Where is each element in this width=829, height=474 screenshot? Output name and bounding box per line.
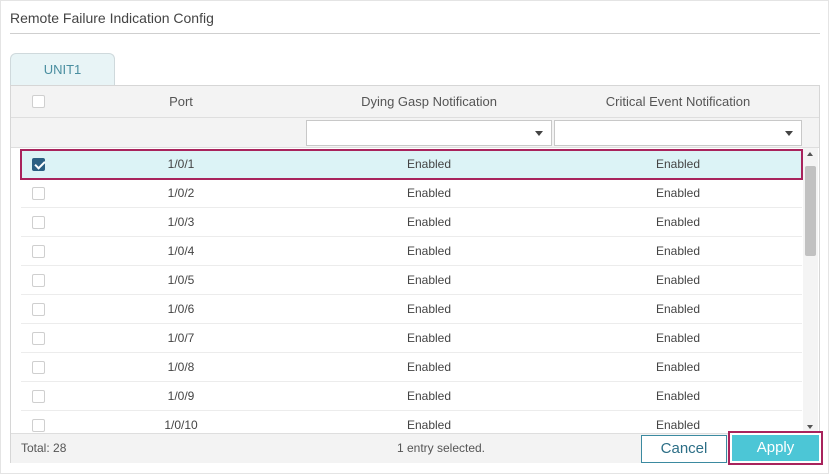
scroll-up-arrow-icon[interactable] <box>807 152 813 156</box>
critical-event-cell: Enabled <box>655 360 701 374</box>
row-checkbox[interactable] <box>32 390 45 403</box>
scroll-down-arrow-icon[interactable] <box>807 425 813 429</box>
port-cell: 1/0/2 <box>167 186 195 200</box>
table-row[interactable]: 1/0/6 Enabled Enabled <box>21 295 802 324</box>
port-cell: 1/0/9 <box>167 389 195 403</box>
port-cell: 1/0/4 <box>167 244 195 258</box>
ports-table-panel: Port Dying Gasp Notification Critical Ev… <box>10 85 820 463</box>
scrollbar-thumb[interactable] <box>805 166 816 256</box>
critical-event-cell: Enabled <box>655 215 701 229</box>
dying-gasp-cell: Enabled <box>406 215 452 229</box>
dying-gasp-cell: Enabled <box>406 157 452 171</box>
table-row[interactable]: 1/0/1 Enabled Enabled <box>20 149 803 180</box>
dying-gasp-cell: Enabled <box>406 360 452 374</box>
column-header-critical-event: Critical Event Notification <box>605 94 751 109</box>
dying-gasp-cell: Enabled <box>406 331 452 345</box>
chevron-down-icon <box>785 131 793 136</box>
column-header-port: Port <box>169 94 193 109</box>
row-checkbox[interactable] <box>32 187 45 200</box>
page-title: Remote Failure Indication Config <box>10 10 214 26</box>
table-row[interactable]: 1/0/8 Enabled Enabled <box>21 353 802 382</box>
port-cell: 1/0/5 <box>167 273 195 287</box>
table-header: Port Dying Gasp Notification Critical Ev… <box>11 86 819 118</box>
apply-button[interactable]: Apply <box>728 431 823 465</box>
tab-unit1[interactable]: UNIT1 <box>10 53 115 86</box>
table-row[interactable]: 1/0/3 Enabled Enabled <box>21 208 802 237</box>
dying-gasp-cell: Enabled <box>406 302 452 316</box>
row-checkbox[interactable] <box>32 303 45 316</box>
critical-event-cell: Enabled <box>655 389 701 403</box>
row-checkbox[interactable] <box>32 332 45 345</box>
critical-event-cell: Enabled <box>655 331 701 345</box>
critical-event-cell: Enabled <box>655 244 701 258</box>
title-divider <box>10 33 820 34</box>
table-row[interactable]: 1/0/5 Enabled Enabled <box>21 266 802 295</box>
total-count: Total: 28 <box>21 441 67 455</box>
row-checkbox[interactable] <box>32 245 45 258</box>
critical-event-cell: Enabled <box>655 273 701 287</box>
critical-event-cell: Enabled <box>655 418 701 432</box>
table-body: 1/0/1 Enabled Enabled 1/0/2 Enabled Enabled 1/… <box>11 148 819 433</box>
dying-gasp-cell: Enabled <box>406 186 452 200</box>
port-cell: 1/0/1 <box>167 157 195 171</box>
dying-gasp-cell: Enabled <box>406 244 452 258</box>
row-checkbox[interactable] <box>32 158 45 171</box>
critical-event-cell: Enabled <box>655 186 701 200</box>
row-checkbox[interactable] <box>32 419 45 432</box>
critical-event-cell: Enabled <box>655 157 701 171</box>
port-cell: 1/0/6 <box>167 302 195 316</box>
chevron-down-icon <box>535 131 543 136</box>
row-checkbox[interactable] <box>32 216 45 229</box>
select-all-checkbox[interactable] <box>32 95 45 108</box>
port-cell: 1/0/7 <box>167 331 195 345</box>
selection-count: 1 entry selected. <box>396 441 486 455</box>
table-row[interactable]: 1/0/9 Enabled Enabled <box>21 382 802 411</box>
table-row[interactable]: 1/0/10 Enabled Enabled <box>21 411 802 433</box>
dying-gasp-cell: Enabled <box>406 389 452 403</box>
port-cell: 1/0/3 <box>167 215 195 229</box>
row-checkbox[interactable] <box>32 361 45 374</box>
dying-gasp-cell: Enabled <box>406 418 452 432</box>
dying-gasp-filter-select[interactable] <box>306 120 552 146</box>
row-checkbox[interactable] <box>32 274 45 287</box>
cancel-button[interactable]: Cancel <box>641 435 727 463</box>
table-row[interactable]: 1/0/7 Enabled Enabled <box>21 324 802 353</box>
port-cell: 1/0/8 <box>167 360 195 374</box>
port-cell: 1/0/10 <box>164 418 198 432</box>
table-row[interactable]: 1/0/4 Enabled Enabled <box>21 237 802 266</box>
apply-button-label: Apply <box>732 435 819 461</box>
column-header-dying-gasp: Dying Gasp Notification <box>361 94 497 109</box>
table-row[interactable]: 1/0/2 Enabled Enabled <box>21 179 802 208</box>
critical-event-cell: Enabled <box>655 302 701 316</box>
filter-row <box>11 118 819 148</box>
dying-gasp-cell: Enabled <box>406 273 452 287</box>
table-scrollbar[interactable] <box>803 148 818 433</box>
critical-event-filter-select[interactable] <box>554 120 802 146</box>
